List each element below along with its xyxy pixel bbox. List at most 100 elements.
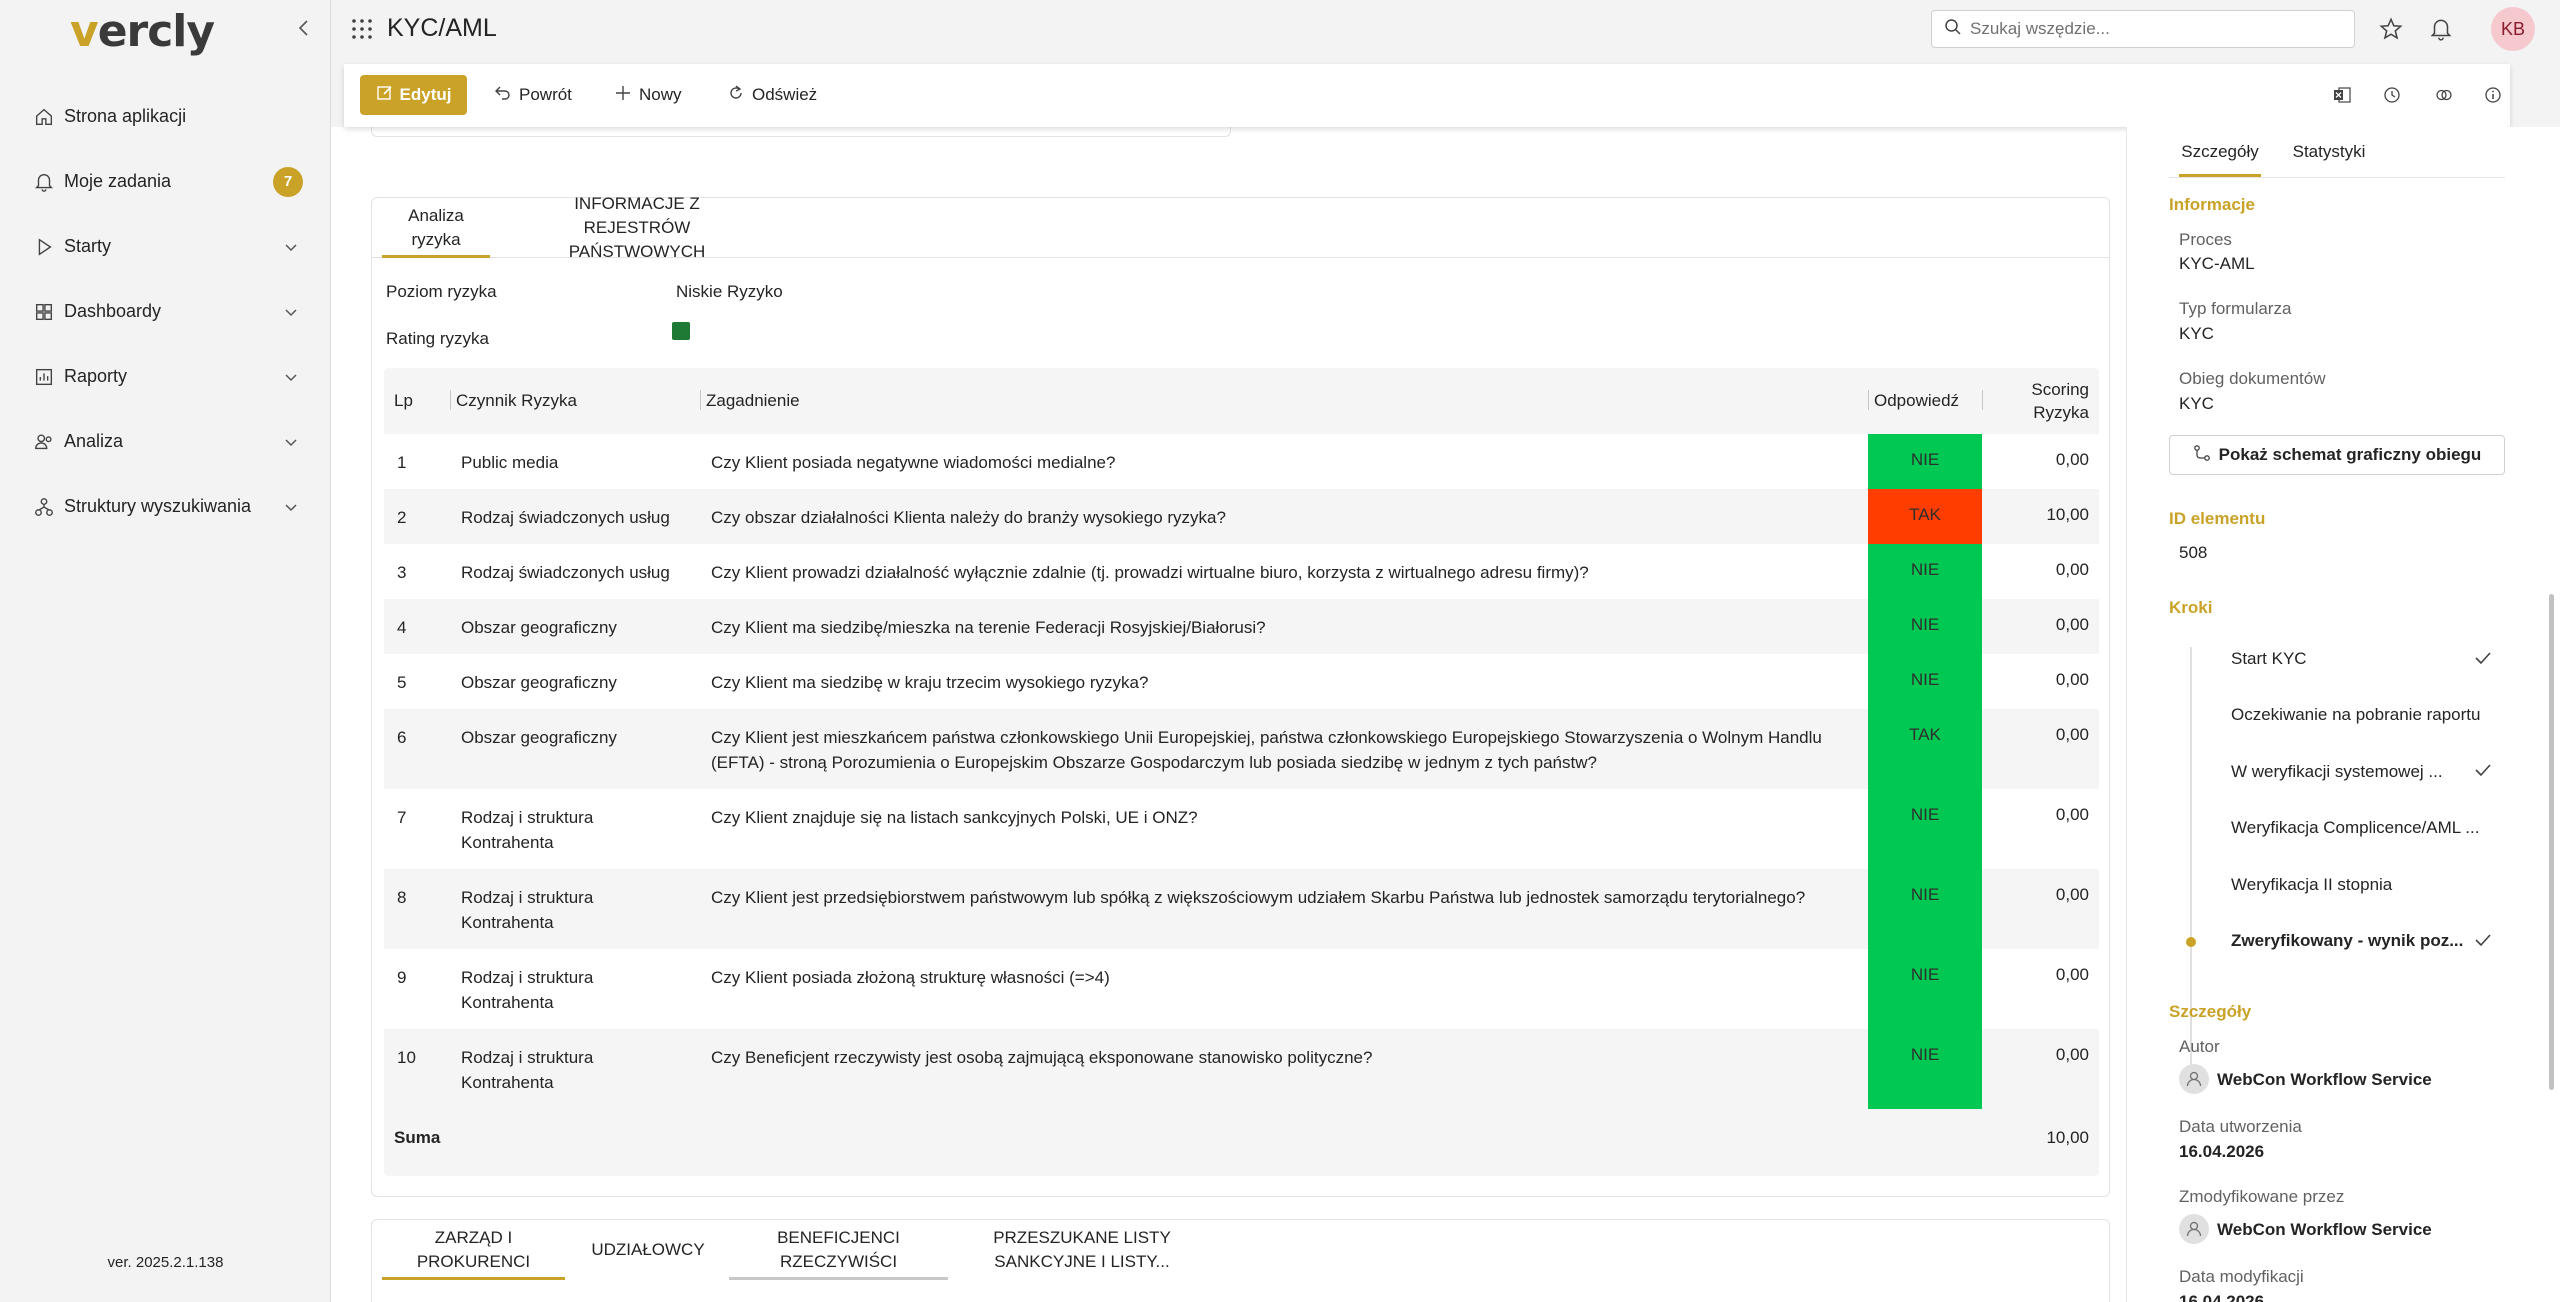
plus-icon [614, 84, 632, 107]
chart-icon [32, 365, 56, 389]
global-search[interactable] [1931, 10, 2355, 48]
risk-rating-indicator [672, 322, 690, 340]
risk-level-value: Niskie Ryzyko [676, 282, 783, 301]
table-row[interactable]: 3 Rodzaj świadczonych usług Czy Klient pro… [384, 544, 2099, 599]
tab-risk-analysis[interactable]: Analiza ryzyka [382, 198, 490, 258]
row-lp: 10 [397, 1048, 416, 1067]
notifications-bell-icon[interactable] [2427, 15, 2455, 43]
sidebar-item-starts[interactable]: Starty [0, 214, 331, 279]
info-icon[interactable] [2481, 83, 2505, 107]
tab-board-and-proxies[interactable]: ZARZĄD I PROKURENCI [382, 1220, 565, 1280]
table-row[interactable]: 8 Rodzaj i struktura Kontrahenta Czy Klient… [384, 869, 2099, 949]
search-input[interactable] [1970, 19, 2330, 39]
refresh-icon [727, 84, 745, 107]
column-header-answer[interactable]: Odpowiedź [1867, 368, 1959, 434]
table-row[interactable]: 1 Public media Czy Klient posiada negatywn… [384, 434, 2099, 489]
history-clock-icon[interactable] [2380, 83, 2404, 107]
table-row[interactable]: 5 Obszar geograficzny Czy Klient ma siedzi… [384, 654, 2099, 709]
previous-section-edge [371, 127, 1231, 137]
collapse-sidebar-icon[interactable] [292, 16, 316, 40]
show-workflow-diagram-button[interactable]: Pokaż schemat graficzny obiegu [2169, 435, 2505, 475]
row-factor-line: Obszar geograficzny [461, 618, 617, 637]
sidebar-item-dashboards[interactable]: Dashboardy [0, 279, 331, 344]
link-icon[interactable] [2432, 83, 2456, 107]
doc-flow-label: Obieg dokumentów [2179, 369, 2326, 388]
sum-label: Suma [394, 1128, 441, 1147]
sidebar-item-reports[interactable]: Raporty [0, 344, 331, 409]
steps-section-header: Kroki [2169, 598, 2213, 617]
row-factor-line: Rodzaj i struktura [461, 808, 594, 827]
table-row[interactable]: 2 Rodzaj świadczonych usług Czy obszar dzi… [384, 489, 2099, 544]
details-section-header: Szczegóły [2169, 1002, 2252, 1021]
row-factor: Obszar geograficzny [461, 615, 617, 640]
column-header-lp[interactable]: Lp [394, 368, 413, 434]
tab-shareholders[interactable]: UDZIAŁOWCY [591, 1220, 704, 1280]
sidebar-item-tasks[interactable]: Moje zadania 7 [0, 149, 331, 214]
row-score: 0,00 [2055, 725, 2089, 744]
table-row[interactable]: 4 Obszar geograficzny Czy Klient ma siedzi… [384, 599, 2099, 654]
favorites-star-icon[interactable] [2377, 15, 2405, 43]
sidebar-item-analysis[interactable]: Analiza [0, 409, 331, 474]
workflow-diagram-icon [2193, 444, 2211, 467]
row-factor-line: Rodzaj świadczonych usług [461, 563, 670, 582]
tasks-count-badge: 7 [273, 166, 303, 197]
check-icon [2472, 647, 2494, 669]
id-section-header: ID elementu [2169, 509, 2266, 528]
row-factor: Rodzaj i struktura Kontrahenta [461, 965, 593, 1015]
row-factor-line: Rodzaj i struktura [461, 1048, 594, 1067]
current-step-dot [2186, 937, 2196, 947]
risk-analysis-card: Analiza ryzyka INFORMACJE Z REJESTRÓW PA… [371, 194, 2110, 1197]
row-question-line: Czy obszar działalności Klienta należy d… [711, 508, 1226, 527]
column-header-factor[interactable]: Czynnik Ryzyka [450, 368, 577, 434]
row-score: 0,00 [2055, 670, 2089, 689]
chevron-down-icon [283, 304, 299, 320]
refresh-button[interactable]: Odśwież [727, 75, 817, 115]
table-row[interactable]: 7 Rodzaj i struktura Kontrahenta Czy Klient… [384, 789, 2099, 869]
row-lp: 5 [397, 673, 407, 692]
row-question-line: Czy Klient prowadzi działalność wyłączni… [711, 563, 1589, 582]
table-row[interactable]: 10 Rodzaj i struktura Kontrahenta Czy Benef… [384, 1029, 2099, 1109]
sidebar-nav: Strona aplikacji Moje zadania 7 Starty D… [0, 84, 331, 539]
row-question: Czy Beneficjent rzeczywisty jest osobą z… [711, 1045, 1861, 1070]
row-lp: 9 [397, 968, 407, 987]
created-date-label: Data utworzenia [2179, 1117, 2302, 1136]
edit-button[interactable]: Edytuj [360, 75, 467, 115]
row-answer: NIE [1868, 1029, 1982, 1109]
table-row[interactable]: 9 Rodzaj i struktura Kontrahenta Czy Klient… [384, 949, 2099, 1029]
row-factor-line: Rodzaj i struktura [461, 888, 594, 907]
sidebar-item-home[interactable]: Strona aplikacji [0, 84, 331, 149]
tab-beneficial-owners[interactable]: BENEFICJENCI RZECZYWIŚCI [729, 1220, 948, 1280]
new-button[interactable]: Nowy [614, 75, 682, 115]
row-score: 0,00 [2055, 1045, 2089, 1064]
sidebar-item-label: Analiza [64, 431, 124, 451]
tab-state-registers[interactable]: INFORMACJE Z REJESTRÓW PAŃSTWOWYCH [522, 194, 752, 261]
apps-grid-icon[interactable] [351, 18, 373, 40]
row-factor: Public media [461, 450, 558, 475]
vercly-logo[interactable]: vercly [70, 6, 215, 57]
sidebar-item-label: Moje zadania [64, 171, 172, 191]
modified-by-name[interactable]: WebCon Workflow Service [2217, 1220, 2432, 1240]
related-parties-card: ZARZĄD I PROKURENCI UDZIAŁOWCY BENEFICJE… [371, 1219, 2110, 1302]
tab-statistics[interactable]: Statystyki [2291, 127, 2367, 177]
panel-scrollbar[interactable] [2549, 594, 2554, 1090]
sidebar-item-label: Struktury wyszukiwania [64, 496, 252, 516]
org-icon [32, 495, 56, 519]
user-avatar[interactable]: KB [2491, 7, 2535, 51]
table-row[interactable]: 6 Obszar geograficzny Czy Klient jest mies… [384, 709, 2099, 789]
row-question-line: Czy Klient jest mieszkańcem państwa czło… [711, 728, 1822, 747]
tab-sanction-lists[interactable]: PRZESZUKANE LISTY SANKCYJNE I LISTY... [987, 1220, 1177, 1280]
risk-rating-label: Rating ryzyka [386, 329, 489, 348]
form-type-value: KYC [2179, 324, 2214, 343]
author-name[interactable]: WebCon Workflow Service [2217, 1070, 2432, 1090]
back-button[interactable]: Powrót [494, 75, 572, 115]
column-header-question[interactable]: Zagadnienie [700, 368, 800, 434]
app-title: KYC/AML [387, 14, 497, 42]
tab-details[interactable]: Szczegóły [2179, 127, 2261, 177]
process-label: Proces [2179, 230, 2232, 249]
column-header-score[interactable]: Scoring Ryzyka [1982, 368, 2089, 434]
excel-export-icon[interactable] [2330, 83, 2354, 107]
row-question: Czy Klient jest mieszkańcem państwa czło… [711, 725, 1861, 775]
row-factor-line: Kontrahenta [461, 833, 554, 852]
doc-flow-value: KYC [2179, 394, 2214, 413]
sidebar-item-search-structures[interactable]: Struktury wyszukiwania [0, 474, 331, 539]
